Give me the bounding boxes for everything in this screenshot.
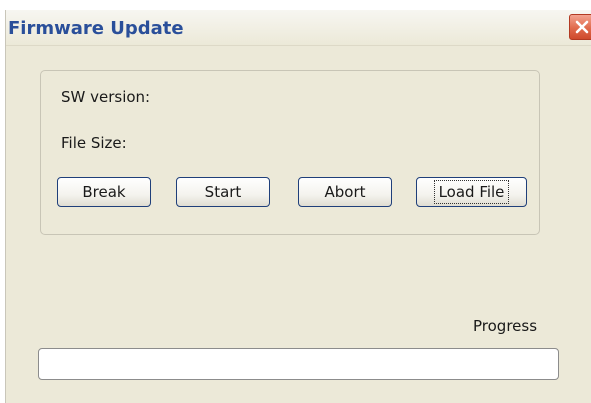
window-title: Firmware Update (8, 18, 184, 39)
break-button-label: Break (82, 183, 126, 201)
file-info-group: SW version: File Size: Break Start Abort… (40, 70, 540, 235)
close-button[interactable] (569, 14, 591, 40)
title-bar[interactable]: Firmware Update (6, 10, 591, 46)
progress-label: Progress (473, 317, 538, 335)
sw-version-label: SW version: (61, 88, 151, 106)
load-file-button[interactable]: Load File (416, 177, 527, 207)
start-button-label: Start (204, 183, 242, 201)
break-button[interactable]: Break (57, 177, 151, 207)
load-file-button-label: Load File (433, 180, 510, 204)
file-size-label: File Size: (61, 134, 127, 152)
close-icon (575, 20, 589, 34)
progress-bar (38, 348, 559, 380)
start-button[interactable]: Start (176, 177, 270, 207)
abort-button[interactable]: Abort (298, 177, 392, 207)
firmware-update-window: Firmware Update SW version: File Size: B… (5, 10, 591, 403)
abort-button-label: Abort (324, 183, 366, 201)
